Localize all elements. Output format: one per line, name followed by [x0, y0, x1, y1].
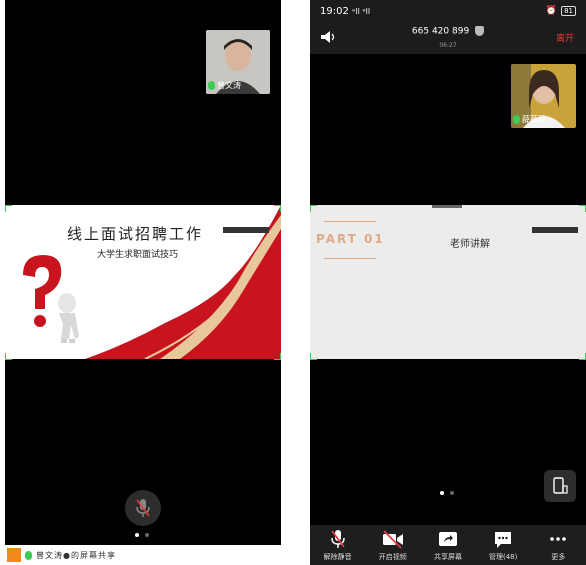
participant-name: 薛薇薇	[522, 115, 546, 124]
mic-muted-icon	[330, 530, 345, 548]
mic-on-icon	[208, 81, 215, 90]
page-dot	[145, 533, 149, 537]
chat-icon	[495, 532, 512, 548]
toolbar-label: 更多	[551, 553, 566, 561]
self-name-tag: 曾文涛	[208, 80, 241, 91]
screen-share-banner: 曾文涛●的屏幕共享	[5, 545, 281, 565]
more-button[interactable]: 更多	[533, 529, 583, 562]
page-dot-active	[440, 491, 444, 495]
device-switch-icon	[553, 477, 568, 494]
mic-on-icon	[25, 550, 32, 560]
slide-heading: 老师讲解	[450, 239, 490, 250]
meeting-id-row[interactable]: 665 420 899	[310, 26, 586, 37]
leave-button[interactable]: 离开	[556, 31, 574, 44]
shared-slide[interactable]: PART 01 老师讲解	[310, 205, 586, 359]
slide-top-marker	[432, 205, 462, 208]
mic-on-icon	[513, 115, 520, 124]
share-screen-icon	[438, 532, 457, 546]
toolbar-label: 管理(48)	[488, 553, 518, 561]
switch-layout-button[interactable]	[544, 470, 576, 502]
share-frame-corner	[274, 353, 281, 360]
page-indicator[interactable]	[440, 491, 454, 495]
share-banner-text: 曾文涛●的屏幕共享	[36, 550, 116, 560]
toolbar-label: 解除静音	[323, 553, 352, 561]
share-frame-corner	[579, 205, 586, 212]
share-frame-corner	[579, 353, 586, 360]
share-frame-corner	[5, 353, 12, 360]
left-phone-screen: 曾文涛 线上面试招聘工作 大学生求职面试技巧 曾文涛●的屏幕共享	[5, 0, 281, 565]
start-video-button[interactable]: 开启视频	[368, 529, 418, 562]
video-off-icon	[382, 530, 403, 549]
slide-logo-bar	[532, 227, 578, 233]
user-icon	[7, 548, 21, 562]
meeting-top-bar: 665 420 899 06:27 离开	[310, 22, 586, 54]
toolbar-label: 共享屏幕	[433, 553, 462, 561]
share-screen-button[interactable]: 共享屏幕	[423, 529, 473, 562]
share-frame-corner	[310, 205, 317, 212]
page-dot	[450, 491, 454, 495]
shield-icon	[475, 26, 485, 36]
battery-icon: 81	[561, 6, 576, 16]
alarm-icon: ⏰	[545, 6, 558, 16]
toolbar-label: 开启视频	[378, 553, 407, 561]
meeting-toolbar: 解除静音 开启视频 共享屏幕 管理(48) 更多	[310, 525, 586, 565]
slide-part-label: PART 01	[316, 232, 385, 246]
page-dot-active	[135, 533, 139, 537]
self-name-tag: 薛薇薇	[513, 114, 546, 125]
unmute-button[interactable]: 解除静音	[313, 529, 363, 562]
manage-participants-button[interactable]: 管理(48)	[478, 529, 528, 562]
mic-muted-icon	[136, 499, 150, 517]
share-frame-corner	[274, 205, 281, 212]
share-frame-corner	[310, 353, 317, 360]
more-icon	[550, 537, 567, 541]
share-frame-corner	[5, 205, 12, 212]
shared-slide[interactable]: 线上面试招聘工作 大学生求职面试技巧	[5, 205, 281, 359]
participant-name: 曾文涛	[217, 81, 241, 90]
mute-toggle-button[interactable]	[125, 490, 161, 526]
self-video-thumbnail[interactable]: 曾文涛	[206, 30, 270, 94]
status-right: ⏰ 81	[546, 6, 576, 16]
status-time: 19:02 ᵊll ᵊll	[320, 5, 371, 17]
meeting-id: 665 420 899	[411, 26, 470, 37]
status-bar: 19:02 ᵊll ᵊll ⏰ 81	[310, 0, 586, 22]
slide-title: 线上面试招聘工作	[67, 225, 204, 243]
page-indicator[interactable]	[135, 533, 149, 537]
right-phone-screen: 19:02 ᵊll ᵊll ⏰ 81 665 420 899 06:27 离开 …	[310, 0, 586, 565]
slide-subtitle: 大学生求职面试技巧	[97, 250, 179, 260]
meeting-duration: 06:27	[439, 42, 457, 49]
self-video-thumbnail[interactable]: 薛薇薇	[511, 64, 576, 128]
